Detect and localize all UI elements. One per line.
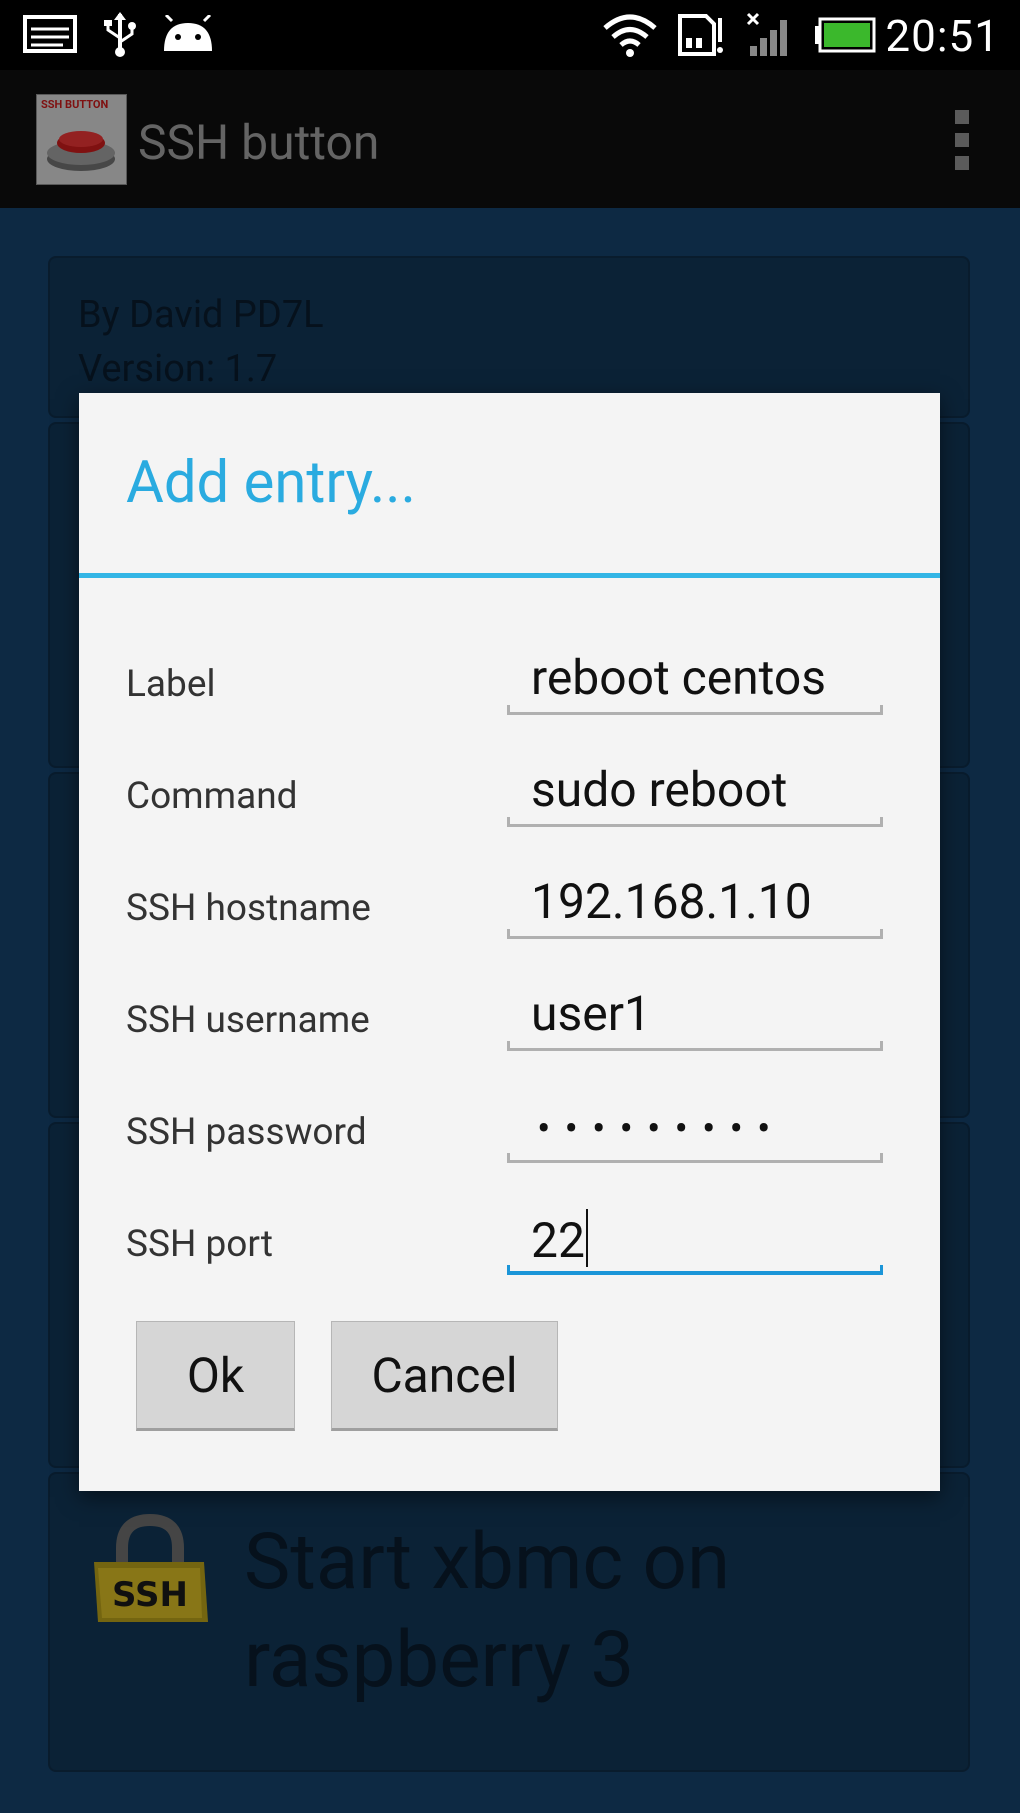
username-field-label: SSH username [126, 999, 370, 1042]
username-row: SSH username user1 [79, 961, 940, 1061]
android-icon [160, 12, 216, 58]
label-row: Label reboot centos [79, 625, 940, 725]
port-row: SSH port 22 [79, 1185, 940, 1285]
command-row: Command sudo reboot [79, 737, 940, 837]
port-input-underline [507, 1265, 883, 1275]
dialog-title-divider [79, 573, 940, 578]
password-row: SSH password ••••••••• [79, 1073, 940, 1173]
usb-icon [98, 12, 142, 58]
command-field-label: Command [126, 775, 298, 818]
battery-icon [814, 12, 876, 58]
ok-button[interactable]: Ok [136, 1321, 295, 1431]
hostname-input-value: 192.168.1.10 [531, 873, 812, 930]
dialog-title: Add entry... [126, 449, 416, 517]
password-input[interactable]: ••••••••• [507, 1073, 883, 1173]
label-input[interactable]: reboot centos [507, 625, 883, 725]
username-input[interactable]: user1 [507, 961, 883, 1061]
password-input-value: ••••••••• [537, 1105, 785, 1152]
hostname-field-label: SSH hostname [126, 887, 371, 930]
password-field-label: SSH password [126, 1111, 367, 1154]
screen-icon [22, 12, 78, 58]
hostname-row: SSH hostname 192.168.1.10 [79, 849, 940, 949]
port-input-value: 22 [531, 1212, 585, 1269]
add-entry-dialog: Add entry... Label reboot centos Command… [79, 393, 940, 1491]
label-input-underline [507, 705, 883, 715]
command-input-value: sudo reboot [531, 761, 788, 818]
hostname-input[interactable]: 192.168.1.10 [507, 849, 883, 949]
port-input-value-wrap: 22 [531, 1209, 588, 1269]
hostname-input-underline [507, 929, 883, 939]
username-input-value: user1 [531, 985, 651, 1042]
label-input-value: reboot centos [531, 649, 827, 706]
text-cursor [585, 1209, 588, 1267]
sd-card-icon [676, 12, 728, 58]
username-input-underline [507, 1041, 883, 1051]
cancel-button[interactable]: Cancel [331, 1321, 558, 1431]
clock: 20:51 [885, 10, 1000, 62]
label-field-label: Label [126, 663, 216, 706]
port-field-label: SSH port [126, 1223, 273, 1266]
port-input[interactable]: 22 [507, 1185, 883, 1285]
command-input[interactable]: sudo reboot [507, 737, 883, 837]
password-input-underline [507, 1153, 883, 1163]
wifi-icon [600, 12, 660, 58]
status-bar: 20:51 [0, 0, 1020, 70]
signal-no-service-icon [746, 12, 794, 58]
command-input-underline [507, 817, 883, 827]
